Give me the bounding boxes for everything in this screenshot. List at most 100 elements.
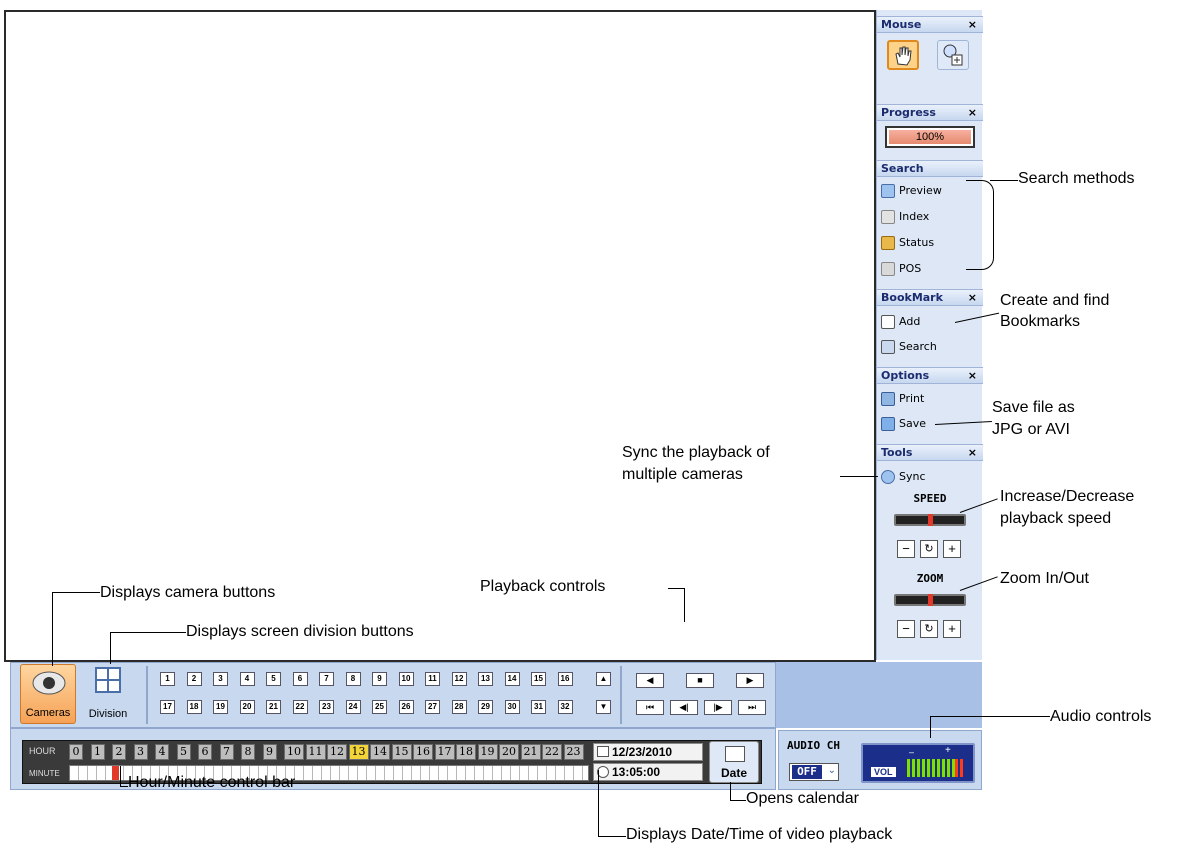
zoom-tool-button[interactable] <box>937 40 969 70</box>
channel-button-27[interactable]: 27 <box>425 700 440 714</box>
hour-cell-14[interactable]: 14 <box>370 744 390 760</box>
channel-button-25[interactable]: 25 <box>372 700 387 714</box>
channel-button-5[interactable]: 5 <box>266 672 281 686</box>
bookmark-search-item[interactable]: Search <box>881 338 937 356</box>
date-calendar-button[interactable]: Date <box>709 741 759 783</box>
speed-decrease-button[interactable]: − <box>897 540 915 558</box>
hour-cell-0[interactable]: 0 <box>69 744 83 760</box>
hour-cell-4[interactable]: 4 <box>155 744 169 760</box>
zoom-slider[interactable] <box>894 594 966 606</box>
channel-button-2[interactable]: 2 <box>186 672 202 686</box>
search-status-item[interactable]: Status <box>881 234 934 252</box>
hour-cell-19[interactable]: 19 <box>477 744 498 760</box>
options-save-item[interactable]: Save <box>881 415 926 433</box>
channel-button-3[interactable]: 3 <box>213 672 228 686</box>
channel-button-10[interactable]: 10 <box>398 672 414 686</box>
speed-increase-button[interactable]: + <box>943 540 961 558</box>
hour-cell-23[interactable]: 23 <box>563 744 584 760</box>
bookmark-add-item[interactable]: Add <box>881 313 920 331</box>
channel-button-21[interactable]: 21 <box>266 700 281 714</box>
skip-to-end-button[interactable]: ⏭ <box>738 700 766 715</box>
channel-button-4[interactable]: 4 <box>239 672 255 686</box>
play-reverse-button[interactable]: ◀ <box>636 673 664 688</box>
hour-cell-3[interactable]: 3 <box>133 744 148 760</box>
scroll-up-button[interactable]: ▲ <box>596 672 611 686</box>
video-viewer[interactable] <box>4 10 876 662</box>
channel-button-13[interactable]: 13 <box>478 672 493 686</box>
step-back-button[interactable]: ◀| <box>670 700 698 715</box>
hour-cell-21[interactable]: 21 <box>520 744 541 760</box>
hour-cell-16[interactable]: 16 <box>413 744 433 760</box>
zoom-decrease-button[interactable]: − <box>897 620 915 638</box>
channel-button-20[interactable]: 20 <box>239 700 255 714</box>
hour-cell-5[interactable]: 5 <box>176 744 191 760</box>
channel-button-32[interactable]: 32 <box>557 700 573 714</box>
channel-button-14[interactable]: 14 <box>504 672 520 686</box>
channel-button-7[interactable]: 7 <box>319 672 334 686</box>
step-forward-button[interactable]: |▶ <box>704 700 732 715</box>
channel-button-31[interactable]: 31 <box>531 700 546 714</box>
hour-cell-6[interactable]: 6 <box>198 744 212 760</box>
cameras-button[interactable]: Cameras <box>20 664 76 724</box>
volume-control[interactable]: VOL – + <box>861 743 975 783</box>
hour-cell-2[interactable]: 2 <box>112 744 126 760</box>
search-preview-item[interactable]: Preview <box>881 182 942 200</box>
hand-tool-button[interactable] <box>887 40 919 70</box>
channel-button-16[interactable]: 16 <box>557 672 573 686</box>
hour-cell-15[interactable]: 15 <box>391 744 412 760</box>
tools-close-button[interactable]: × <box>968 445 977 460</box>
channel-button-12[interactable]: 12 <box>451 672 467 686</box>
channel-button-23[interactable]: 23 <box>319 700 334 714</box>
zoom-increase-button[interactable]: + <box>943 620 961 638</box>
channel-button-29[interactable]: 29 <box>478 700 493 714</box>
zoom-reset-button[interactable]: ↻ <box>920 620 938 638</box>
minute-slider-thumb[interactable] <box>112 766 119 780</box>
speed-slider-thumb[interactable] <box>928 514 933 526</box>
hour-cell-1[interactable]: 1 <box>90 744 105 760</box>
channel-button-22[interactable]: 22 <box>292 700 308 714</box>
zoom-slider-thumb[interactable] <box>928 594 933 606</box>
hour-cell-18[interactable]: 18 <box>456 744 476 760</box>
skip-to-start-button[interactable]: ⏮ <box>636 700 664 715</box>
mouse-close-button[interactable]: × <box>968 17 977 32</box>
hour-cell-10[interactable]: 10 <box>284 744 304 760</box>
hour-cell-12[interactable]: 12 <box>327 744 347 760</box>
hour-cell-9[interactable]: 9 <box>262 744 277 760</box>
channel-button-8[interactable]: 8 <box>345 672 361 686</box>
tools-sync-item[interactable]: Sync <box>881 468 926 486</box>
hour-cell-17[interactable]: 17 <box>434 744 455 760</box>
speed-slider[interactable] <box>894 514 966 526</box>
hour-cell-20[interactable]: 20 <box>499 744 519 760</box>
options-print-item[interactable]: Print <box>881 390 924 408</box>
division-button[interactable]: Division <box>80 664 136 724</box>
channel-button-24[interactable]: 24 <box>345 700 361 714</box>
progress-close-button[interactable]: × <box>968 105 977 120</box>
audio-channel-select[interactable]: OFF ⌄ <box>789 763 839 781</box>
channel-button-15[interactable]: 15 <box>531 672 546 686</box>
search-pos-item[interactable]: POS <box>881 260 921 278</box>
channel-button-17[interactable]: 17 <box>160 700 175 714</box>
channel-button-30[interactable]: 30 <box>504 700 520 714</box>
hour-cell-22[interactable]: 22 <box>542 744 562 760</box>
options-close-button[interactable]: × <box>968 368 977 383</box>
channel-button-6[interactable]: 6 <box>292 672 308 686</box>
channel-button-1[interactable]: 1 <box>160 672 175 686</box>
speed-reset-button[interactable]: ↻ <box>920 540 938 558</box>
hour-cell-13[interactable]: 13 <box>348 744 369 760</box>
bookmark-close-button[interactable]: × <box>968 290 977 305</box>
channel-button-26[interactable]: 26 <box>398 700 414 714</box>
hour-cell-7[interactable]: 7 <box>219 744 234 760</box>
search-index-item[interactable]: Index <box>881 208 929 226</box>
channel-button-19[interactable]: 19 <box>213 700 228 714</box>
time-value: 13:05:00 <box>612 765 661 779</box>
hour-cell-11[interactable]: 11 <box>305 744 326 760</box>
channel-button-28[interactable]: 28 <box>451 700 467 714</box>
play-forward-button[interactable]: ▶ <box>736 673 764 688</box>
channel-button-18[interactable]: 18 <box>186 700 202 714</box>
stop-button[interactable]: ■ <box>686 673 714 688</box>
save-icon <box>881 417 895 431</box>
channel-button-9[interactable]: 9 <box>372 672 387 686</box>
scroll-down-button[interactable]: ▼ <box>596 700 611 714</box>
channel-button-11[interactable]: 11 <box>425 672 440 686</box>
hour-cell-8[interactable]: 8 <box>241 744 255 760</box>
